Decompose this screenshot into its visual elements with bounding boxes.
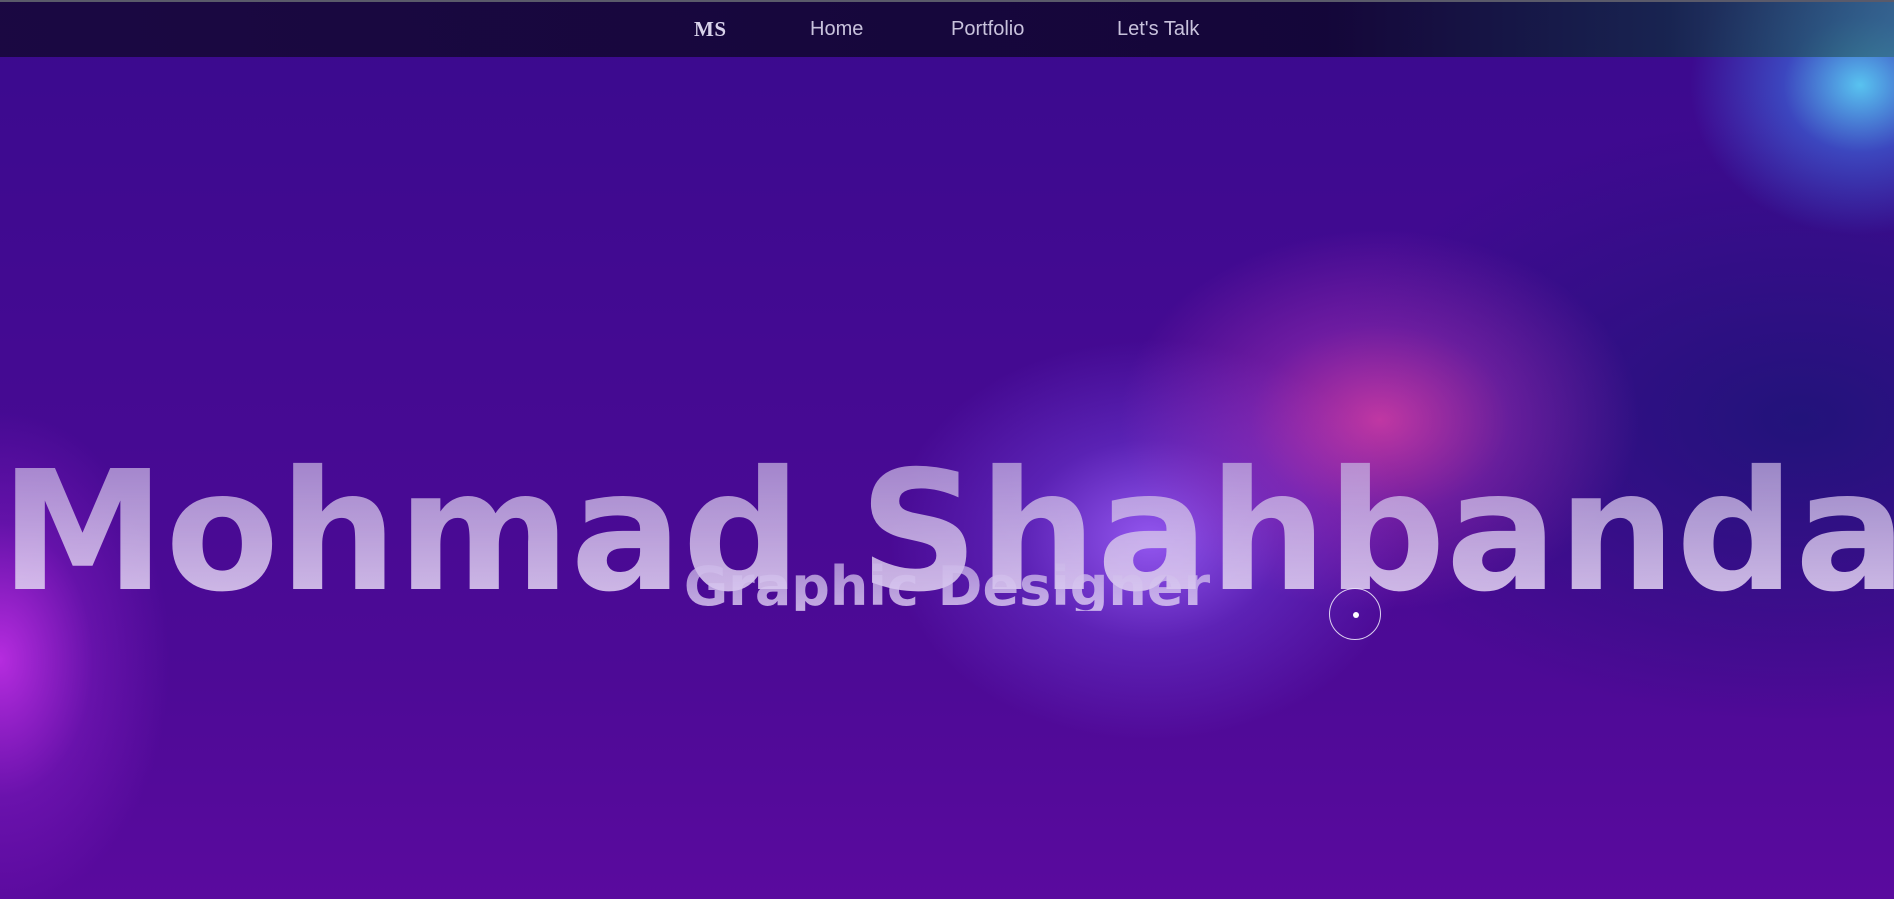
logo-link[interactable]: MS <box>694 2 727 57</box>
cursor-dot-icon <box>1353 612 1359 618</box>
nav-home-link[interactable]: Home <box>810 2 863 57</box>
nav-portfolio-link[interactable]: Portfolio <box>951 2 1024 57</box>
nav-lets-talk-link[interactable]: Let's Talk <box>1117 2 1199 57</box>
page: MS Home Portfolio Let's Talk Mohmad Shah… <box>0 0 1894 899</box>
top-navigation: MS Home Portfolio Let's Talk <box>0 2 1894 57</box>
hero-subtitle: Graphic Designer <box>0 555 1894 611</box>
